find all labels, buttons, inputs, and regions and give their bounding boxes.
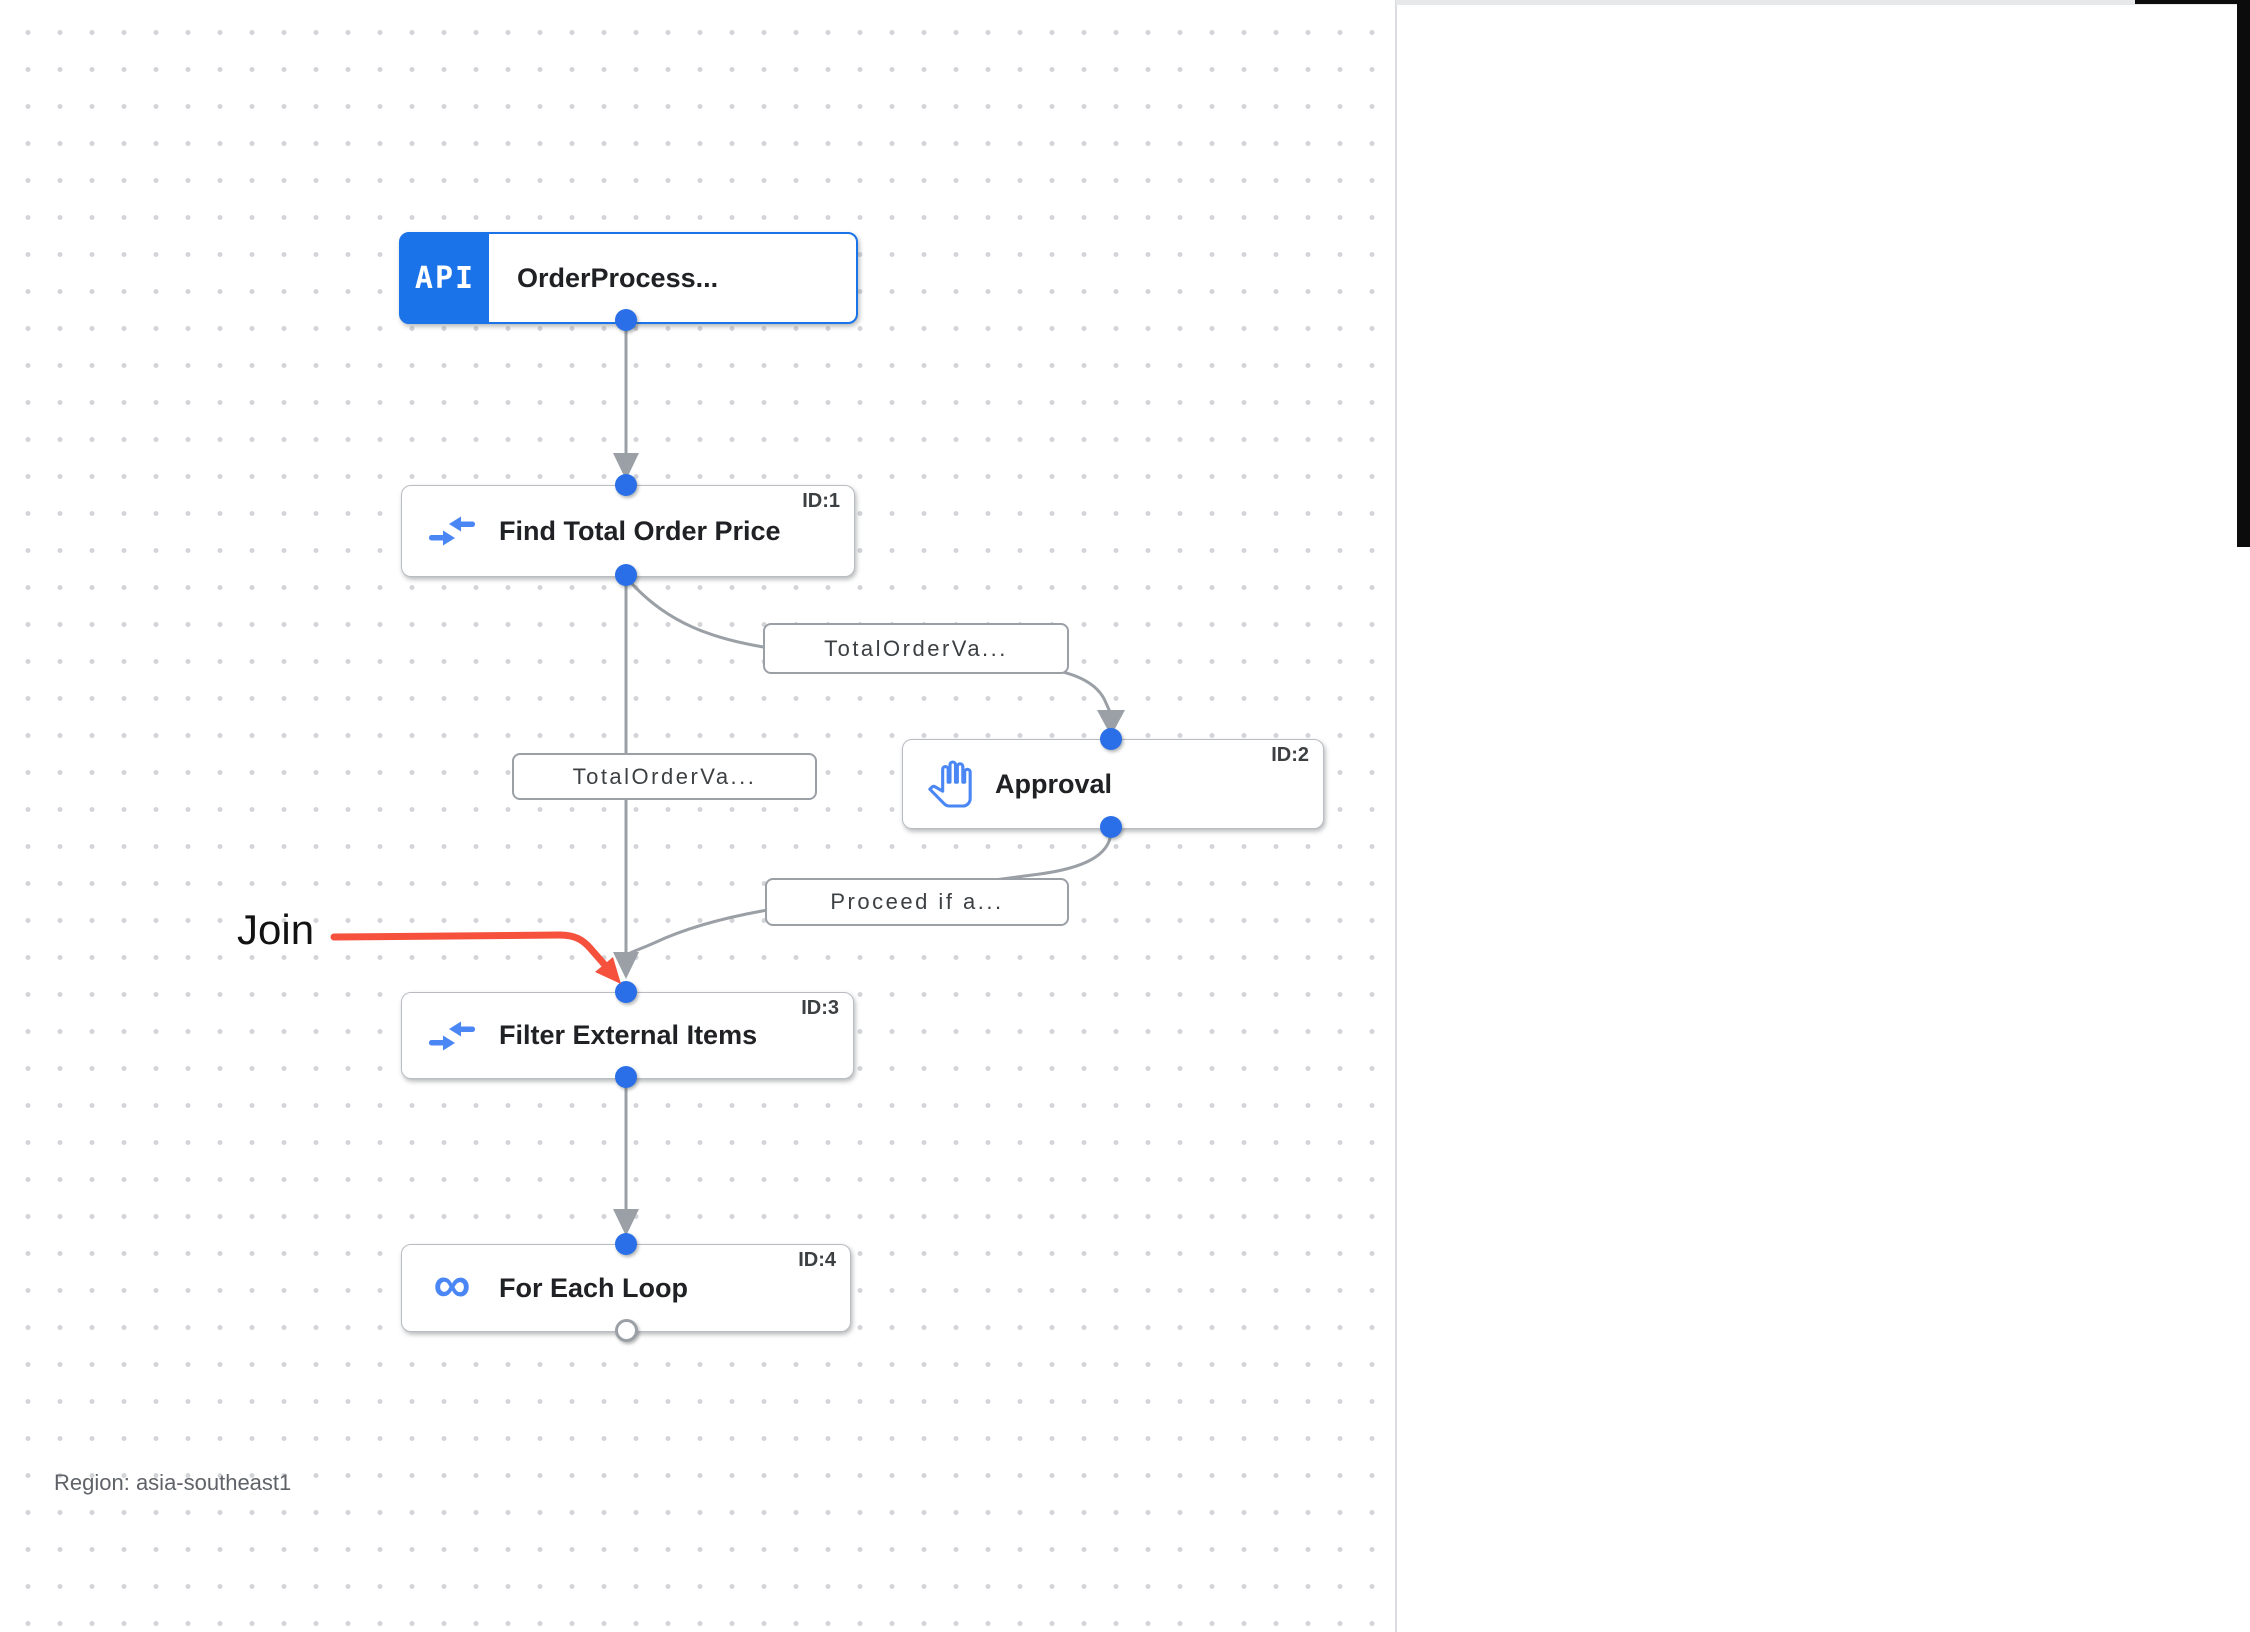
port-out-find[interactable] bbox=[615, 564, 637, 586]
region-label: Region: asia-southeast1 bbox=[54, 1470, 292, 1495]
join-annotation-label: Join bbox=[237, 906, 315, 953]
node-id-badge: ID:1 bbox=[802, 490, 840, 512]
node-title: OrderProcess... bbox=[517, 262, 719, 293]
port-in-filter[interactable] bbox=[615, 981, 637, 1003]
panel-left-border bbox=[1395, 0, 1397, 1632]
node-id-badge: ID:2 bbox=[1271, 744, 1309, 766]
node-title: Filter External Items bbox=[499, 1020, 758, 1050]
overlay-edge-horizontal bbox=[2135, 0, 2245, 4]
overlay-edge-vertical bbox=[2237, 0, 2250, 547]
data-mapping-icon bbox=[428, 514, 476, 548]
arrowhead bbox=[613, 1209, 639, 1236]
top-strip bbox=[1396, 0, 2250, 5]
node-title: Find Total Order Price bbox=[499, 515, 781, 546]
arrowhead bbox=[613, 952, 639, 979]
edge-label-total-order-value-left[interactable]: TotalOrderVa... bbox=[512, 753, 817, 800]
approval-hand-icon bbox=[927, 759, 973, 809]
port-in-loop[interactable] bbox=[615, 1233, 637, 1255]
port-out-trigger[interactable] bbox=[615, 309, 637, 331]
edge-label-text: TotalOrderVa... bbox=[824, 635, 1008, 661]
config-panel: Join ? Task Execution Strategy Execution… bbox=[1396, 0, 2250, 1632]
api-icon-text: API bbox=[414, 260, 476, 296]
workflow-canvas: TotalOrderVa... TotalOrderVa... Proceed … bbox=[0, 0, 1396, 1632]
port-in-approval[interactable] bbox=[1100, 728, 1122, 750]
port-out-loop-open[interactable] bbox=[615, 1319, 638, 1342]
edge-label-proceed-if[interactable]: Proceed if a... bbox=[765, 878, 1069, 926]
edge-label-total-order-value-right[interactable]: TotalOrderVa... bbox=[763, 623, 1069, 674]
port-out-filter[interactable] bbox=[615, 1066, 637, 1088]
api-trigger-icon: API bbox=[401, 234, 489, 322]
edge-label-text: Proceed if a... bbox=[830, 889, 1004, 914]
node-title: For Each Loop bbox=[499, 1272, 688, 1303]
node-title: Approval bbox=[995, 768, 1113, 799]
node-id-badge: ID:4 bbox=[798, 1249, 836, 1271]
node-id-badge: ID:3 bbox=[801, 997, 839, 1019]
data-mapping-icon bbox=[428, 1019, 476, 1053]
edge-label-text: TotalOrderVa... bbox=[572, 763, 757, 789]
port-out-approval[interactable] bbox=[1100, 816, 1122, 838]
port-in-find[interactable] bbox=[615, 474, 637, 496]
